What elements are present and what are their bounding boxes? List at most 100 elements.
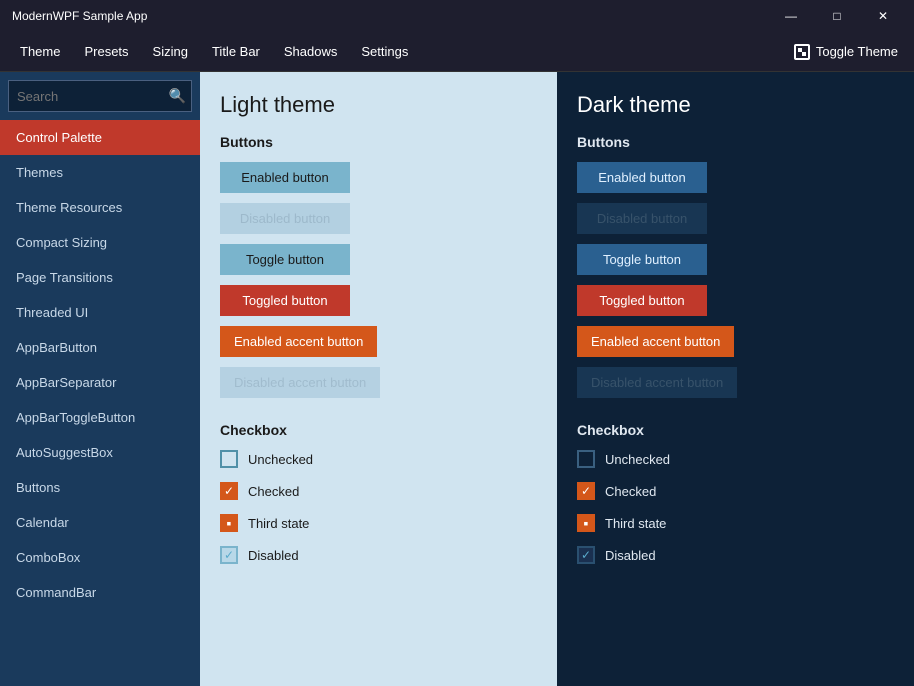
light-accent-enabled-button[interactable]: Enabled accent button [220,326,377,357]
light-disabled-row: ✓ Disabled [220,546,537,564]
sidebar-item-buttons[interactable]: Buttons [0,470,200,505]
sidebar-item-threaded-ui[interactable]: Threaded UI [0,295,200,330]
dark-disabled-label: Disabled [605,548,656,563]
sidebar-item-compact-sizing[interactable]: Compact Sizing [0,225,200,260]
dark-dash-icon: ▪ [584,516,589,530]
sidebar-item-combobox[interactable]: ComboBox [0,540,200,575]
light-unchecked-label: Unchecked [248,452,313,467]
dark-thirdstate-label: Third state [605,516,666,531]
dark-unchecked-label: Unchecked [605,452,670,467]
window-controls: — □ ✕ [768,0,906,32]
sidebar-item-calendar[interactable]: Calendar [0,505,200,540]
menu-items: Theme Presets Sizing Title Bar Shadows S… [8,40,420,63]
dark-disabled-row: ✓ Disabled [577,546,894,564]
dark-toggled-btn-row: Toggled button [577,285,894,316]
light-disabled-checkbox: ✓ [220,546,238,564]
dark-disabled-btn-row: Disabled button [577,203,894,234]
dark-buttons-label: Buttons [577,134,894,150]
light-buttons-label: Buttons [220,134,537,150]
title-bar: ModernWPF Sample App — □ ✕ [0,0,914,32]
dark-toggle-btn-row: Toggle button [577,244,894,275]
dark-accent-enabled-btn-row: Enabled accent button [577,326,894,357]
sidebar-item-appbartogglebutton[interactable]: AppBarToggleButton [0,400,200,435]
sidebar-item-page-transitions[interactable]: Page Transitions [0,260,200,295]
menu-shadows[interactable]: Shadows [272,40,349,63]
menu-bar: Theme Presets Sizing Title Bar Shadows S… [0,32,914,72]
sidebar-item-theme-resources[interactable]: Theme Resources [0,190,200,225]
light-thirdstate-row: ▪ Third state [220,514,537,532]
light-toggle-button[interactable]: Toggle button [220,244,350,275]
search-input[interactable] [8,80,192,112]
light-theme-title: Light theme [220,92,537,118]
light-theme-panel: Light theme Buttons Enabled button Disab… [200,72,557,686]
sidebar-item-appbarbutton[interactable]: AppBarButton [0,330,200,365]
light-accent-enabled-btn-row: Enabled accent button [220,326,537,357]
sidebar-item-control-palette[interactable]: Control Palette [0,120,200,155]
sidebar-item-themes[interactable]: Themes [0,155,200,190]
dark-accent-disabled-btn-row: Disabled accent button [577,367,894,398]
light-checked-checkbox[interactable]: ✓ [220,482,238,500]
light-buttons-section: Buttons Enabled button Disabled button T… [220,134,537,398]
light-toggled-btn-row: Toggled button [220,285,537,316]
dark-accent-enabled-button[interactable]: Enabled accent button [577,326,734,357]
dark-checked-label: Checked [605,484,656,499]
toggle-theme-label: Toggle Theme [816,44,898,59]
light-checked-row: ✓ Checked [220,482,537,500]
check-mark-disabled-icon: ✓ [224,549,234,561]
sidebar-item-commandbar[interactable]: CommandBar [0,575,200,610]
minimize-button[interactable]: — [768,0,814,32]
menu-presets[interactable]: Presets [72,40,140,63]
sidebar-nav: Control Palette Themes Theme Resources C… [0,120,200,686]
content-area: Light theme Buttons Enabled button Disab… [200,72,914,686]
maximize-button[interactable]: □ [814,0,860,32]
dark-disabled-checkbox: ✓ [577,546,595,564]
menu-theme[interactable]: Theme [8,40,72,63]
sidebar-item-autosuggestbox[interactable]: AutoSuggestBox [0,435,200,470]
light-checkbox-section: Checkbox Unchecked ✓ Checked ▪ Third sta… [220,422,537,564]
dark-unchecked-row: Unchecked [577,450,894,468]
light-unchecked-row: Unchecked [220,450,537,468]
dark-toggled-button[interactable]: Toggled button [577,285,707,316]
light-disabled-button: Disabled button [220,203,350,234]
dark-checkbox-section: Checkbox Unchecked ✓ Checked ▪ Third sta… [577,422,894,564]
toggle-theme-button[interactable]: Toggle Theme [786,40,906,64]
dark-check-mark-disabled-icon: ✓ [581,549,591,561]
dark-checked-checkbox[interactable]: ✓ [577,482,595,500]
main-layout: 🔍 Control Palette Themes Theme Resources… [0,72,914,686]
dark-disabled-button: Disabled button [577,203,707,234]
light-enabled-button[interactable]: Enabled button [220,162,350,193]
light-thirdstate-label: Third state [248,516,309,531]
app-title: ModernWPF Sample App [8,9,147,23]
dark-checked-row: ✓ Checked [577,482,894,500]
search-box: 🔍 [8,80,192,112]
menu-sizing[interactable]: Sizing [141,40,200,63]
dark-enabled-button[interactable]: Enabled button [577,162,707,193]
light-accent-disabled-button: Disabled accent button [220,367,380,398]
close-button[interactable]: ✕ [860,0,906,32]
dark-unchecked-checkbox[interactable] [577,450,595,468]
dark-theme-panel: Dark theme Buttons Enabled button Disabl… [557,72,914,686]
dark-theme-title: Dark theme [577,92,894,118]
dark-toggle-button[interactable]: Toggle button [577,244,707,275]
light-toggled-button[interactable]: Toggled button [220,285,350,316]
dash-icon: ▪ [227,516,232,530]
menu-titlebar[interactable]: Title Bar [200,40,272,63]
menu-settings[interactable]: Settings [349,40,420,63]
light-disabled-label: Disabled [248,548,299,563]
light-unchecked-checkbox[interactable] [220,450,238,468]
light-checkbox-label: Checkbox [220,422,537,438]
sidebar: 🔍 Control Palette Themes Theme Resources… [0,72,200,686]
dark-buttons-section: Buttons Enabled button Disabled button T… [577,134,894,398]
light-accent-disabled-btn-row: Disabled accent button [220,367,537,398]
dark-thirdstate-checkbox[interactable]: ▪ [577,514,595,532]
dark-thirdstate-row: ▪ Third state [577,514,894,532]
dark-accent-disabled-button: Disabled accent button [577,367,737,398]
light-checked-label: Checked [248,484,299,499]
light-enabled-btn-row: Enabled button [220,162,537,193]
theme-icon-svg [797,47,807,57]
light-thirdstate-checkbox[interactable]: ▪ [220,514,238,532]
toggle-theme-icon [794,44,810,60]
sidebar-item-appbarseparator[interactable]: AppBarSeparator [0,365,200,400]
dark-checkbox-label: Checkbox [577,422,894,438]
light-disabled-btn-row: Disabled button [220,203,537,234]
